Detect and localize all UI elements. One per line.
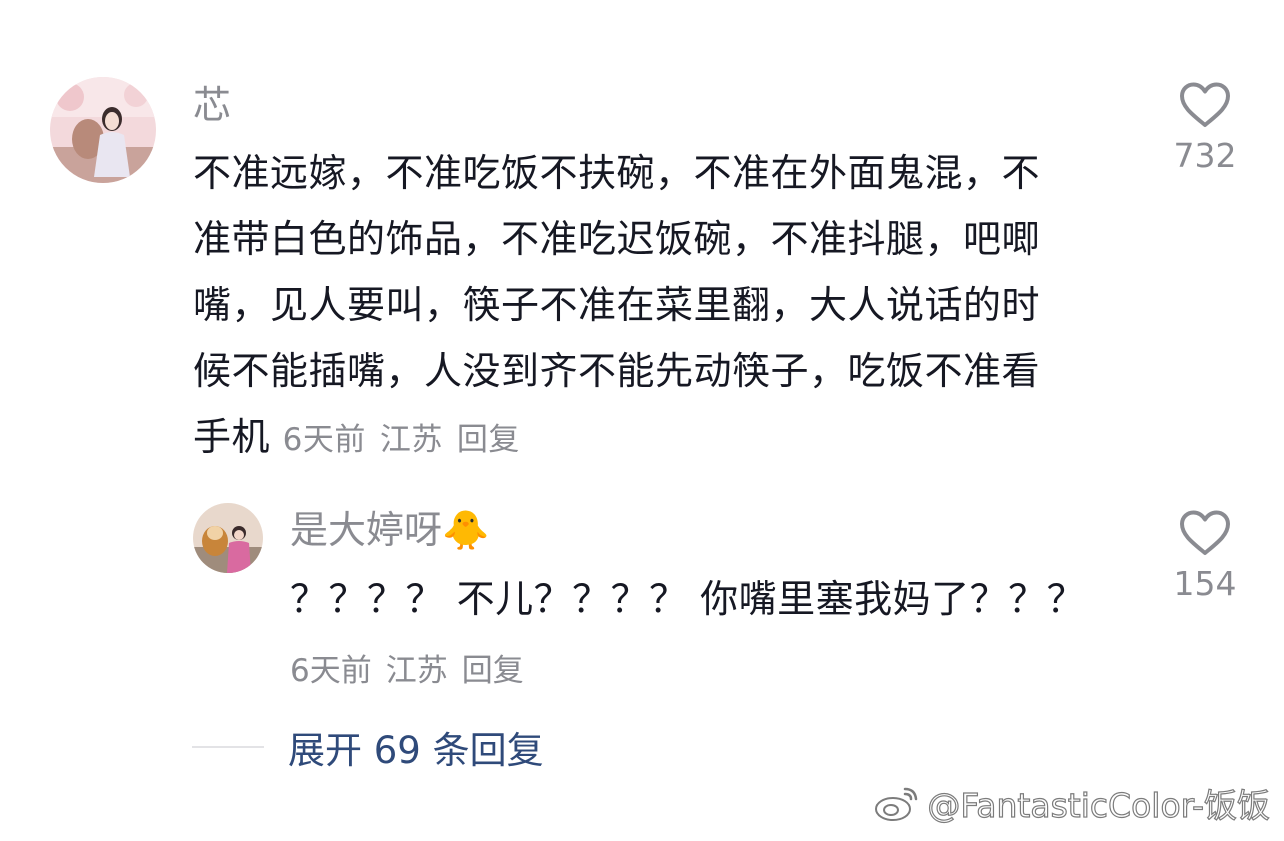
comment-text-line: 手机 bbox=[193, 415, 271, 459]
expand-replies-button[interactable]: 展开 69 条回复 bbox=[288, 720, 544, 774]
reply-username[interactable]: 是大婷呀🐥 bbox=[290, 507, 489, 553]
comment-username[interactable]: 芯 bbox=[193, 82, 231, 128]
comment-meta: 6天前 江苏 回复 bbox=[283, 422, 534, 458]
comment-time: 6天前 bbox=[282, 422, 366, 458]
comment-text-last-line: 手机 6天前 江苏 回复 bbox=[193, 404, 1133, 473]
chick-emoji-icon: 🐥 bbox=[442, 508, 490, 552]
watermark-text: @FantasticColor-饭饭 bbox=[927, 785, 1271, 825]
comment-text: 不准远嫁，不准吃饭不扶碗，不准在外面鬼混，不 准带白色的饰品，不准吃迟饭碗，不准… bbox=[193, 140, 1133, 473]
comment-location: 江苏 bbox=[379, 422, 443, 458]
reply-meta: 6天前 江苏 回复 bbox=[290, 645, 538, 690]
reply-avatar[interactable] bbox=[193, 503, 263, 573]
comment-reply-button[interactable]: 回复 bbox=[457, 422, 520, 458]
expand-divider bbox=[192, 746, 264, 748]
reply-like-count: 154 bbox=[1173, 564, 1237, 603]
comment-text-line: 不准远嫁，不准吃饭不扶碗，不准在外面鬼混，不 bbox=[193, 151, 1041, 195]
comment-like[interactable]: 732 bbox=[1155, 82, 1255, 175]
watermark: @FantasticColor-饭饭 bbox=[873, 779, 1271, 827]
comment-text-line: 准带白色的饰品，不准吃迟饭碗，不准抖腿，吧唧 bbox=[193, 217, 1041, 261]
reply-text: ？？？？ 不儿？？？？ 你嘴里塞我妈了？？？ bbox=[290, 577, 1086, 621]
comment-avatar[interactable] bbox=[50, 77, 156, 183]
comment-text-line: 嘴，见人要叫，筷子不准在菜里翻，大人说话的时 bbox=[193, 283, 1041, 327]
reply-username-text: 是大婷呀 bbox=[290, 508, 443, 552]
reply-time: 6天前 bbox=[290, 653, 372, 689]
comment-like-count: 732 bbox=[1173, 136, 1237, 175]
reply-location: 江苏 bbox=[385, 653, 448, 689]
reply-reply-button[interactable]: 回复 bbox=[462, 653, 524, 689]
heart-outline-icon[interactable] bbox=[1179, 82, 1231, 128]
reply-like[interactable]: 154 bbox=[1155, 510, 1255, 603]
heart-outline-icon[interactable] bbox=[1179, 510, 1231, 556]
expand-replies-row[interactable]: 展开 69 条回复 bbox=[192, 722, 544, 772]
weibo-logo-icon bbox=[875, 787, 918, 821]
comment-text-line: 候不能插嘴，人没到齐不能先动筷子，吃饭不准看 bbox=[193, 349, 1041, 393]
